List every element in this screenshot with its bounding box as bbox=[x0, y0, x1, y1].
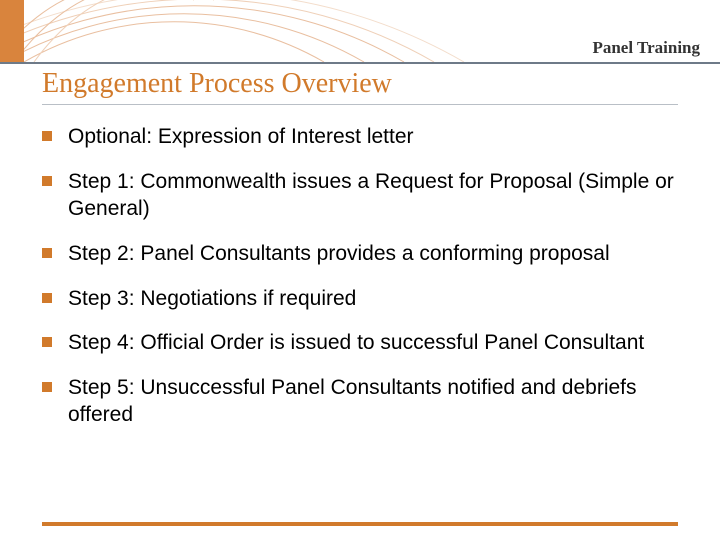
list-item-text: Step 3: Negotiations if required bbox=[68, 286, 356, 313]
page-title: Engagement Process Overview bbox=[42, 68, 392, 100]
bullet-icon bbox=[42, 176, 52, 186]
list-item-text: Step 1: Commonwealth issues a Request fo… bbox=[68, 169, 678, 223]
rule-top bbox=[0, 62, 720, 64]
list-item: Step 2: Panel Consultants provides a con… bbox=[42, 241, 678, 268]
bullet-icon bbox=[42, 248, 52, 258]
banner: Panel Training bbox=[0, 0, 720, 62]
list-item-text: Step 5: Unsuccessful Panel Consultants n… bbox=[68, 375, 678, 429]
list-item-text: Optional: Expression of Interest letter bbox=[68, 124, 414, 151]
footer-rule bbox=[42, 522, 678, 526]
list-item: Step 4: Official Order is issued to succ… bbox=[42, 330, 678, 357]
list-item-text: Step 4: Official Order is issued to succ… bbox=[68, 330, 644, 357]
bullet-icon bbox=[42, 382, 52, 392]
list-item: Step 1: Commonwealth issues a Request fo… bbox=[42, 169, 678, 223]
banner-accent-block bbox=[0, 0, 24, 62]
list-item-text: Step 2: Panel Consultants provides a con… bbox=[68, 241, 610, 268]
content: Optional: Expression of Interest letter … bbox=[42, 124, 678, 447]
bullet-icon bbox=[42, 293, 52, 303]
list-item: Step 3: Negotiations if required bbox=[42, 286, 678, 313]
bullet-icon bbox=[42, 131, 52, 141]
bullet-icon bbox=[42, 337, 52, 347]
list-item: Step 5: Unsuccessful Panel Consultants n… bbox=[42, 375, 678, 429]
header-label: Panel Training bbox=[592, 38, 700, 58]
list-item: Optional: Expression of Interest letter bbox=[42, 124, 678, 151]
rule-under-title bbox=[42, 104, 678, 105]
